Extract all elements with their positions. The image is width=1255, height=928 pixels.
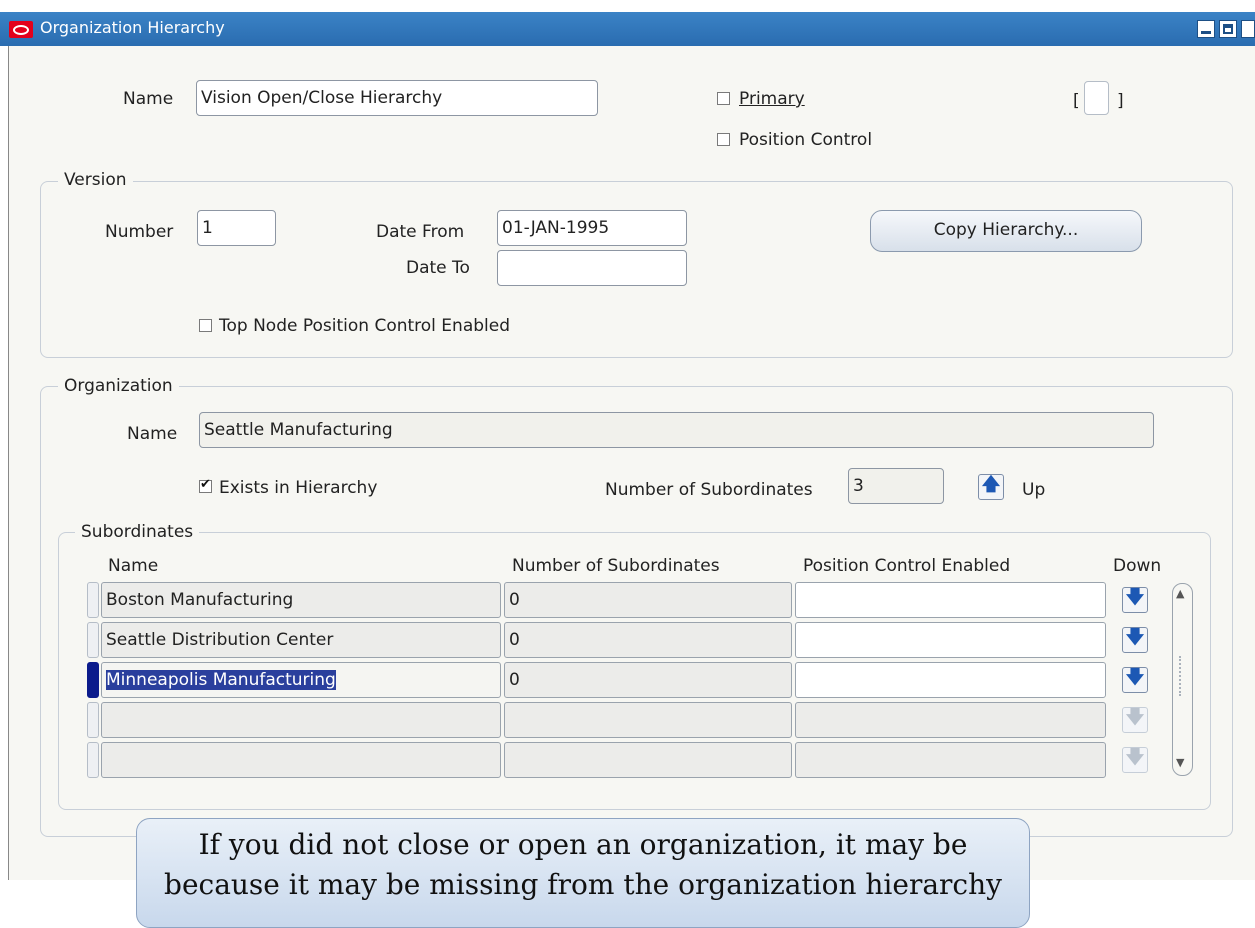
- position-control-label: Position Control: [739, 130, 873, 150]
- hierarchy-name-label: Name: [123, 89, 174, 109]
- organization-name-label: Name: [127, 424, 178, 444]
- close-icon[interactable]: [1241, 20, 1255, 38]
- col-header-down: Down: [1113, 556, 1162, 576]
- copy-hierarchy-button[interactable]: Copy Hierarchy...: [870, 210, 1142, 252]
- up-label: Up: [1022, 480, 1046, 500]
- down-arrow-icon[interactable]: 🡇: [1122, 627, 1148, 653]
- subordinate-num-cell[interactable]: 0: [504, 622, 792, 658]
- exists-in-hierarchy-checkbox[interactable]: [199, 477, 212, 493]
- date-from-label: Date From: [376, 222, 465, 242]
- subordinate-name-cell[interactable]: [101, 742, 501, 778]
- flexfield-bracket-open: [: [1073, 91, 1080, 111]
- col-header-name: Name: [108, 556, 159, 576]
- callout-line-1: If you did not close or open an organiza…: [198, 828, 968, 861]
- subordinate-num-cell[interactable]: [504, 702, 792, 738]
- subordinate-name-cell[interactable]: Minneapolis Manufacturing: [101, 662, 501, 698]
- subordinate-num-cell[interactable]: [504, 742, 792, 778]
- row-indicator[interactable]: [87, 622, 99, 658]
- subordinate-num-cell[interactable]: 0: [504, 582, 792, 618]
- window-title: Organization Hierarchy: [40, 18, 225, 37]
- subordinates-legend: Subordinates: [75, 522, 200, 542]
- subordinate-name-cell[interactable]: [101, 702, 501, 738]
- exists-in-hierarchy-label: Exists in Hierarchy: [219, 478, 378, 498]
- minimize-icon[interactable]: [1197, 20, 1215, 38]
- row-indicator-current[interactable]: [87, 662, 99, 698]
- subordinate-position-cell[interactable]: [795, 702, 1106, 738]
- org-num-subordinates-field[interactable]: 3: [848, 468, 944, 504]
- maximize-icon[interactable]: [1219, 20, 1237, 38]
- oracle-logo-icon: [9, 21, 33, 38]
- rows-scrollbar[interactable]: ▲ ▼: [1172, 583, 1193, 776]
- primary-label: Primary: [739, 89, 805, 109]
- date-from-field[interactable]: 01-JAN-1995: [497, 210, 687, 246]
- subordinate-position-cell[interactable]: [795, 662, 1106, 698]
- col-header-num-subordinates: Number of Subordinates: [512, 556, 720, 576]
- version-number-label: Number: [105, 222, 174, 242]
- down-arrow-icon: 🡇: [1122, 707, 1148, 733]
- flexfield-bracket-close: ]: [1117, 91, 1124, 111]
- down-arrow-icon: 🡇: [1122, 747, 1148, 773]
- organization-name-field[interactable]: Seattle Manufacturing: [199, 412, 1154, 448]
- down-arrow-icon[interactable]: 🡇: [1122, 587, 1148, 613]
- subordinate-num-cell[interactable]: 0: [504, 662, 792, 698]
- subordinate-position-cell[interactable]: [795, 622, 1106, 658]
- org-num-subordinates-label: Number of Subordinates: [605, 480, 813, 500]
- organization-legend: Organization: [58, 376, 179, 396]
- callout-line-2: because it may be missing from the organ…: [164, 868, 1002, 901]
- row-indicator[interactable]: [87, 742, 99, 778]
- scroll-thumb-grip[interactable]: [1179, 656, 1185, 696]
- row-indicator[interactable]: [87, 582, 99, 618]
- down-arrow-icon[interactable]: 🡇: [1122, 667, 1148, 693]
- subordinate-position-cell[interactable]: [795, 742, 1106, 778]
- subordinate-name-cell[interactable]: Seattle Distribution Center: [101, 622, 501, 658]
- copy-hierarchy-label: Copy Hierarchy...: [933, 220, 1079, 240]
- version-legend: Version: [58, 170, 133, 190]
- version-number-field[interactable]: 1: [197, 210, 276, 246]
- date-to-label: Date To: [406, 258, 470, 278]
- hierarchy-name-field[interactable]: Vision Open/Close Hierarchy: [196, 80, 598, 116]
- scroll-down-icon[interactable]: ▼: [1176, 756, 1184, 769]
- window-titlebar: Organization Hierarchy: [0, 12, 1255, 46]
- selected-text: Minneapolis Manufacturing: [106, 670, 336, 690]
- scroll-up-icon[interactable]: ▲: [1176, 587, 1184, 600]
- row-indicator[interactable]: [87, 702, 99, 738]
- date-to-field[interactable]: [497, 250, 687, 286]
- top-node-label: Top Node Position Control Enabled: [219, 316, 511, 336]
- subordinate-position-cell[interactable]: [795, 582, 1106, 618]
- tutorial-callout: If you did not close or open an organiza…: [136, 818, 1030, 928]
- col-header-position-control: Position Control Enabled: [803, 556, 1011, 576]
- descriptive-flexfield[interactable]: [1084, 81, 1109, 115]
- subordinate-name-cell[interactable]: Boston Manufacturing: [101, 582, 501, 618]
- up-arrow-icon[interactable]: 🡅: [978, 474, 1004, 500]
